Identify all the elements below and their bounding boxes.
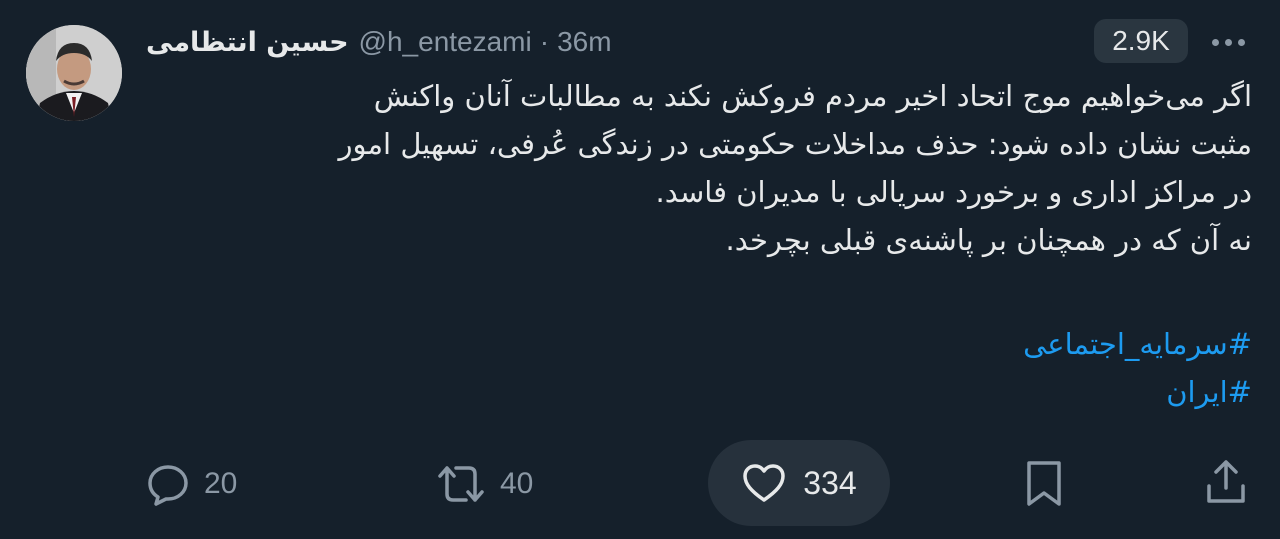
timestamp[interactable]: 36m <box>557 26 611 58</box>
author-handle[interactable]: @h_entezami <box>359 26 532 58</box>
author-name[interactable]: حسین انتظامی <box>146 27 349 58</box>
views-badge[interactable]: 2.9K <box>1094 19 1188 63</box>
share-button[interactable] <box>1204 458 1248 510</box>
like-count: 334 <box>803 464 857 501</box>
retweet-icon <box>438 466 484 502</box>
tweet-header: حسین انتظامی @h_entezami · 36m <box>146 24 612 60</box>
reply-button[interactable]: 20 <box>146 462 237 506</box>
retweet-count: 40 <box>500 467 534 500</box>
bookmark-icon <box>1027 461 1061 506</box>
tweet-text-line: مثبت نشان داده شود: حذف مداخلات حکومتی د… <box>338 127 1252 161</box>
reply-icon <box>148 465 188 506</box>
action-bar: 20 40 334 <box>0 438 1280 528</box>
tweet-text-line: نه آن که در همچنان بر پاشنه‌ی قبلی بچرخد… <box>725 223 1252 257</box>
heart-icon <box>743 464 786 502</box>
retweet-button[interactable]: 40 <box>436 462 533 506</box>
bookmark-button[interactable] <box>1024 460 1064 512</box>
reply-count: 20 <box>204 467 238 500</box>
avatar[interactable] <box>26 25 122 121</box>
like-button[interactable]: 334 <box>708 440 890 526</box>
tweet-text-line: در مراکز اداری و برخورد سریالی با مدیران… <box>655 175 1252 209</box>
avatar-photo <box>26 25 122 121</box>
share-icon <box>1207 460 1245 503</box>
separator: · <box>539 26 550 57</box>
hashtags: #سرمایه_اجتماعی #ایران <box>900 320 1252 416</box>
hashtag-link[interactable]: #سرمایه_اجتماعی <box>900 320 1252 368</box>
tweet-text: اگر می‌خواهیم موج اتحاد اخیر مردم فروکش … <box>140 72 1252 264</box>
hashtag-link[interactable]: #ایران <box>900 368 1252 416</box>
more-icon[interactable] <box>1204 26 1252 58</box>
tweet-text-line: اگر می‌خواهیم موج اتحاد اخیر مردم فروکش … <box>373 79 1252 113</box>
